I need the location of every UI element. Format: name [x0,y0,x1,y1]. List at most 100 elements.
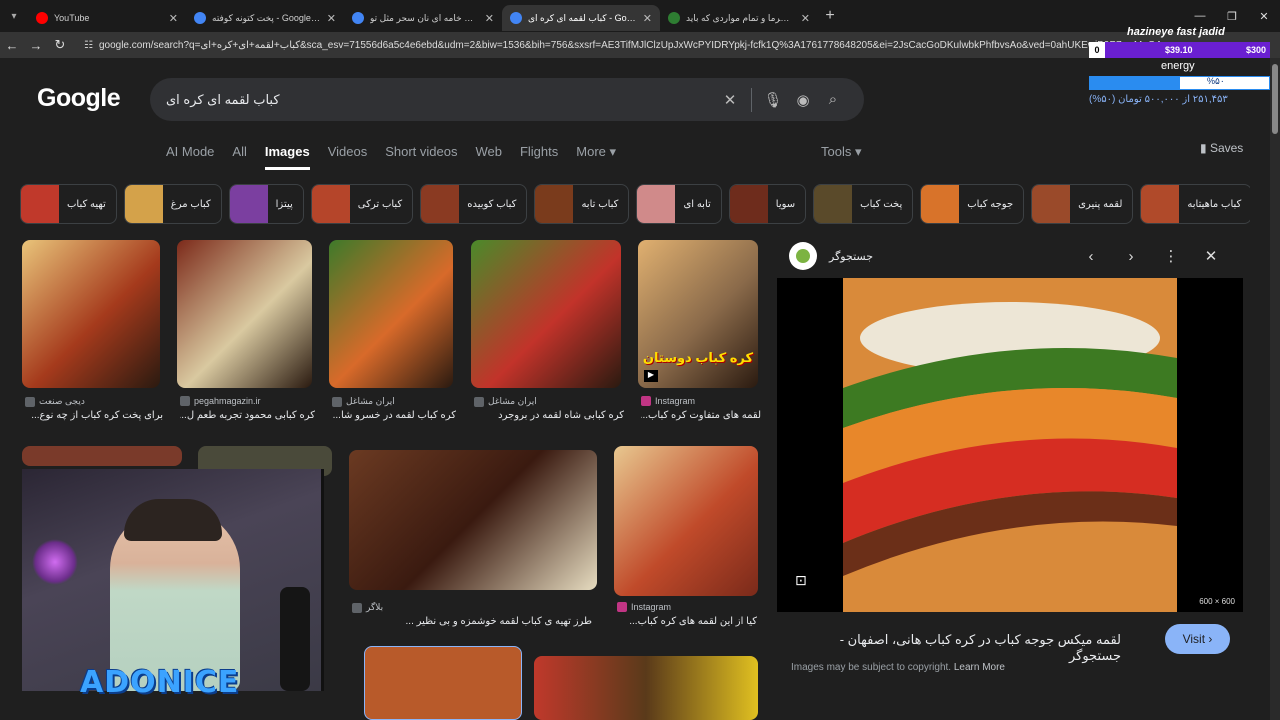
source-name: دیجی صنعت [39,396,85,406]
preview-title[interactable]: لقمه میکس جوجه کباب در کره کباب هانی، اص… [791,632,1121,664]
reload-icon[interactable]: ↻ [48,37,72,53]
page-scrollbar[interactable] [1270,58,1280,720]
result-caption[interactable]: لقمه های متفاوت کره کباب... [641,410,761,421]
close-icon[interactable]: ✕ [485,12,494,25]
result-source[interactable]: Instagram [617,602,671,612]
related-chip[interactable]: کباب ترکی [310,184,414,224]
learn-more-link[interactable]: Learn More [954,662,1005,673]
result-caption[interactable]: کره کبابی شاه لقمه در بروجرد [474,410,624,421]
related-chip[interactable]: کباب تابه [534,184,630,224]
visit-button[interactable]: Visit › [1165,624,1230,654]
result-source[interactable]: pegahmagazin.ir [180,396,261,406]
youtube-icon [36,12,48,24]
preview-image[interactable]: ⊡ 600 × 600 [777,278,1243,612]
scrollbar-thumb[interactable] [1272,64,1278,134]
result-caption[interactable]: برای پخت کره کباب از چه نوع... [25,410,163,421]
result-image[interactable] [177,240,312,388]
close-icon[interactable]: ✕ [643,12,652,25]
result-caption[interactable]: طرز تهیه ی کباب لقمه خوشمزه و بی نظیر ..… [352,616,592,627]
google-logo[interactable]: Google [37,84,121,113]
google-icon [194,12,206,24]
site-icon [180,396,190,406]
divider [751,87,752,112]
close-icon[interactable]: ✕ [169,12,178,25]
clear-icon[interactable]: ✕ [715,91,745,109]
result-image[interactable] [22,446,182,466]
result-caption[interactable]: کیا از این لقمه های کره کباب... [617,616,757,627]
search-box[interactable]: کباب لقمه ای کره ای ✕ 🎙 ◉ ⌕ [150,78,864,121]
chip-label: کباب تابه [581,198,619,210]
result-source[interactable]: دیجی صنعت [25,396,85,407]
tab-google-active[interactable]: کباب لقمه ای کره ای - Google Search ✕ [502,5,660,31]
panel-site-name[interactable]: جستجوگر [829,250,1071,263]
tab-search-icon[interactable]: ▾ [0,0,28,32]
address-bar: ← → ↻ ☷ google.com/search?q=کباب+لقمه+ای… [0,32,1280,58]
related-chip[interactable]: لقمه پنیری [1031,184,1134,224]
related-chip[interactable]: کباب ماهیتابه [1140,184,1250,224]
result-source[interactable]: Instagram [641,396,695,406]
lens-icon[interactable]: ◉ [788,91,818,109]
result-source[interactable]: ایران مشاغل [332,396,395,407]
tab-youtube[interactable]: YouTube ✕ [28,5,186,31]
tab-web[interactable]: Web [475,144,502,170]
result-source[interactable]: بلاگر [352,602,383,613]
tab-ai-mode[interactable]: AI Mode [166,144,214,170]
tab-videos[interactable]: Videos [328,144,368,170]
tab-more[interactable]: More ▾ [576,144,616,170]
prev-icon[interactable]: ‹ [1071,248,1111,265]
chip-label: جوجه کباب [967,198,1014,210]
result-image-selected[interactable] [364,646,522,720]
more-icon[interactable]: ⋮ [1151,247,1191,265]
related-chip[interactable]: جوجه کباب [920,184,1025,224]
chip-thumbnail [637,185,676,223]
close-icon[interactable]: ✕ [327,12,336,25]
close-icon[interactable]: ✕ [801,12,810,25]
result-caption[interactable]: کره کبابی محمود تجربه طعم ل... [180,410,315,421]
back-icon[interactable]: ← [0,38,24,53]
next-icon[interactable]: › [1111,248,1151,265]
related-chip[interactable]: تهیه کباب [20,184,117,224]
tab-all[interactable]: All [232,144,246,170]
overlay-title: hazineye fast jadid [1127,26,1225,38]
result-image[interactable] [349,450,597,590]
search-icon[interactable]: ⌕ [818,91,848,108]
tools-button[interactable]: Tools ▾ [821,144,862,160]
chip-label: کباب ترکی [357,198,403,210]
source-name: pegahmagazin.ir [194,396,261,406]
related-chip[interactable]: سویا [728,184,807,224]
tab-images[interactable]: Images [264,144,310,170]
forward-icon[interactable]: → [24,38,48,53]
result-image[interactable] [22,240,160,388]
new-tab-button[interactable]: + [818,7,842,25]
result-image[interactable] [534,656,758,720]
saves-button[interactable]: ▮ Saves [1200,141,1243,155]
result-caption[interactable]: کره کباب لقمه در خسرو شا... [332,410,456,421]
related-chip[interactable]: کباب مرغ [123,184,222,224]
tab-other[interactable]: الکل خرما و تمام مواردی که باید ... ✕ [660,5,818,31]
close-icon[interactable]: ✕ [1191,247,1231,265]
result-image[interactable] [471,240,621,388]
related-chip[interactable]: تابه ای [636,184,722,224]
related-chip[interactable]: پخت کباب [813,184,914,224]
tab-flights[interactable]: Flights [520,144,558,170]
chip-label: کباب ماهیتابه [1187,198,1242,210]
chip-thumbnail [535,185,574,223]
site-info-icon[interactable]: ☷ [84,40,93,51]
lens-search-icon[interactable]: ⊡ [795,572,817,594]
related-chip[interactable]: پیتزا [228,184,304,224]
result-image[interactable]: کره کباب دوستان ▶ [638,240,758,388]
mic-icon[interactable]: 🎙 [758,91,788,109]
search-input[interactable]: کباب لقمه ای کره ای [166,92,715,108]
related-chip[interactable]: کباب کوبیده [420,184,528,224]
result-image[interactable] [614,446,758,596]
panel-header: جستجوگر ‹ › ⋮ ✕ [777,236,1243,276]
result-source[interactable]: ایران مشاغل [474,396,537,407]
tab-google-2[interactable]: نون خامه ای نان سحر مثل تو - Google Sear… [344,5,502,31]
chip-label: لقمه پنیری [1078,198,1123,210]
result-image[interactable] [329,240,453,388]
video-play-icon: ▶ [644,370,658,382]
site-icon [25,396,35,407]
tab-short-videos[interactable]: Short videos [385,144,457,170]
visit-label: Visit [1182,632,1206,646]
tab-google-1[interactable]: پخت کتونه کوفته - Google Search ✕ [186,5,344,31]
